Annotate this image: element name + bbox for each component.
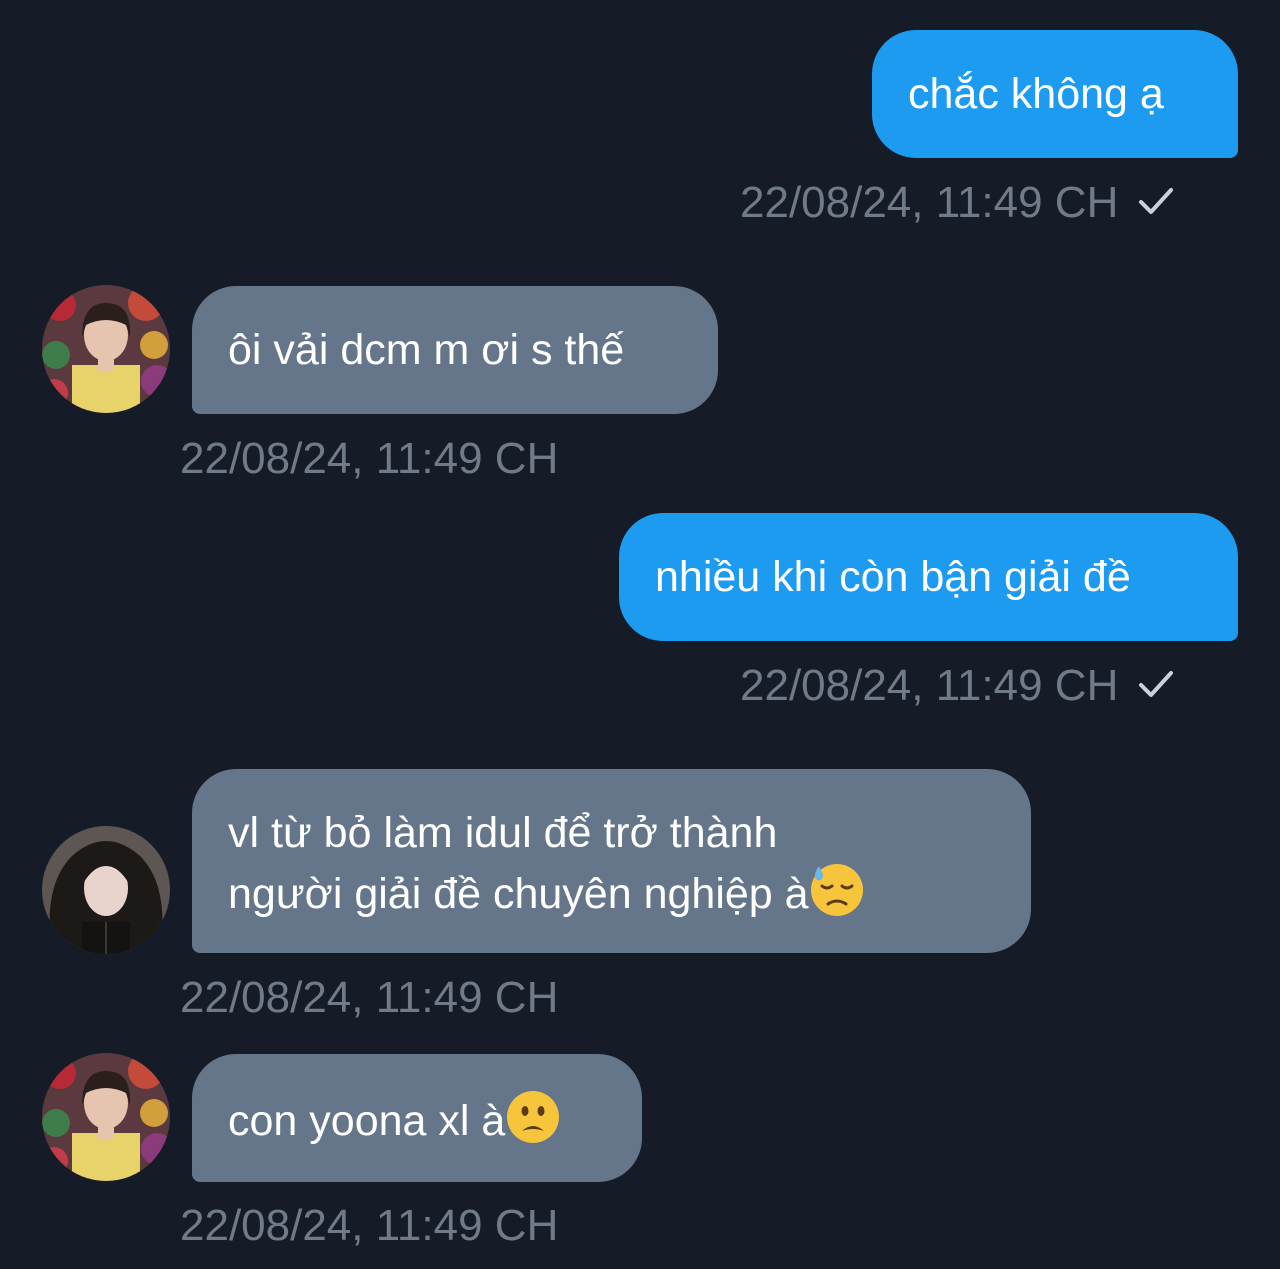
- timestamp-text: 22/08/24, 11:49 CH: [180, 434, 559, 483]
- check-icon: [1139, 188, 1174, 214]
- message-text: con yoona xl à: [228, 1097, 506, 1145]
- chat-thread: chắc không ạ 22/08/24, 11:49 CH ôi vải d…: [0, 0, 1280, 1269]
- message-text: nhiều khi còn bận giải đề: [655, 553, 1131, 601]
- message-timestamp: 22/08/24, 11:49 CH: [180, 973, 558, 1023]
- timestamp-text: 22/08/24, 11:49 CH: [740, 661, 1119, 710]
- outgoing-message-bubble[interactable]: nhiều khi còn bận giải đề: [619, 513, 1238, 641]
- incoming-message-bubble[interactable]: ôi vải dcm m ơi s thế: [192, 286, 718, 414]
- incoming-message-bubble[interactable]: con yoona xl à: [192, 1054, 642, 1182]
- avatar-girl-dark-hair-icon: [42, 826, 170, 954]
- message-text: ôi vải dcm m ơi s thế: [228, 326, 625, 374]
- timestamp-text: 22/08/24, 11:49 CH: [180, 973, 559, 1022]
- message-timestamp: 22/08/24, 11:49 CH: [740, 178, 1176, 228]
- incoming-message-bubble[interactable]: vl từ bỏ làm idul để trở thành người giả…: [192, 769, 1031, 953]
- message-text: chắc không ạ: [908, 70, 1164, 118]
- outgoing-message-bubble[interactable]: chắc không ạ: [872, 30, 1238, 158]
- avatar[interactable]: [42, 826, 170, 954]
- avatar-girl-colorful-icon: [42, 285, 170, 413]
- avatar-girl-colorful-icon: [42, 1053, 170, 1181]
- avatar[interactable]: [42, 285, 170, 413]
- message-text-line: vl từ bỏ làm idul để trở thành: [228, 809, 778, 857]
- timestamp-text: 22/08/24, 11:49 CH: [180, 1201, 559, 1250]
- message-timestamp: 22/08/24, 11:49 CH: [180, 1201, 558, 1251]
- timestamp-text: 22/08/24, 11:49 CH: [740, 178, 1119, 227]
- avatar[interactable]: [42, 1053, 170, 1181]
- downcast-face-with-sweat-emoji-icon: [810, 864, 863, 916]
- check-icon: [1139, 671, 1174, 697]
- message-timestamp: 22/08/24, 11:49 CH: [740, 661, 1176, 711]
- message-text-line: người giải đề chuyên nghiệp à: [228, 862, 995, 923]
- frowning-face-emoji-icon: [507, 1091, 560, 1143]
- message-timestamp: 22/08/24, 11:49 CH: [180, 434, 558, 484]
